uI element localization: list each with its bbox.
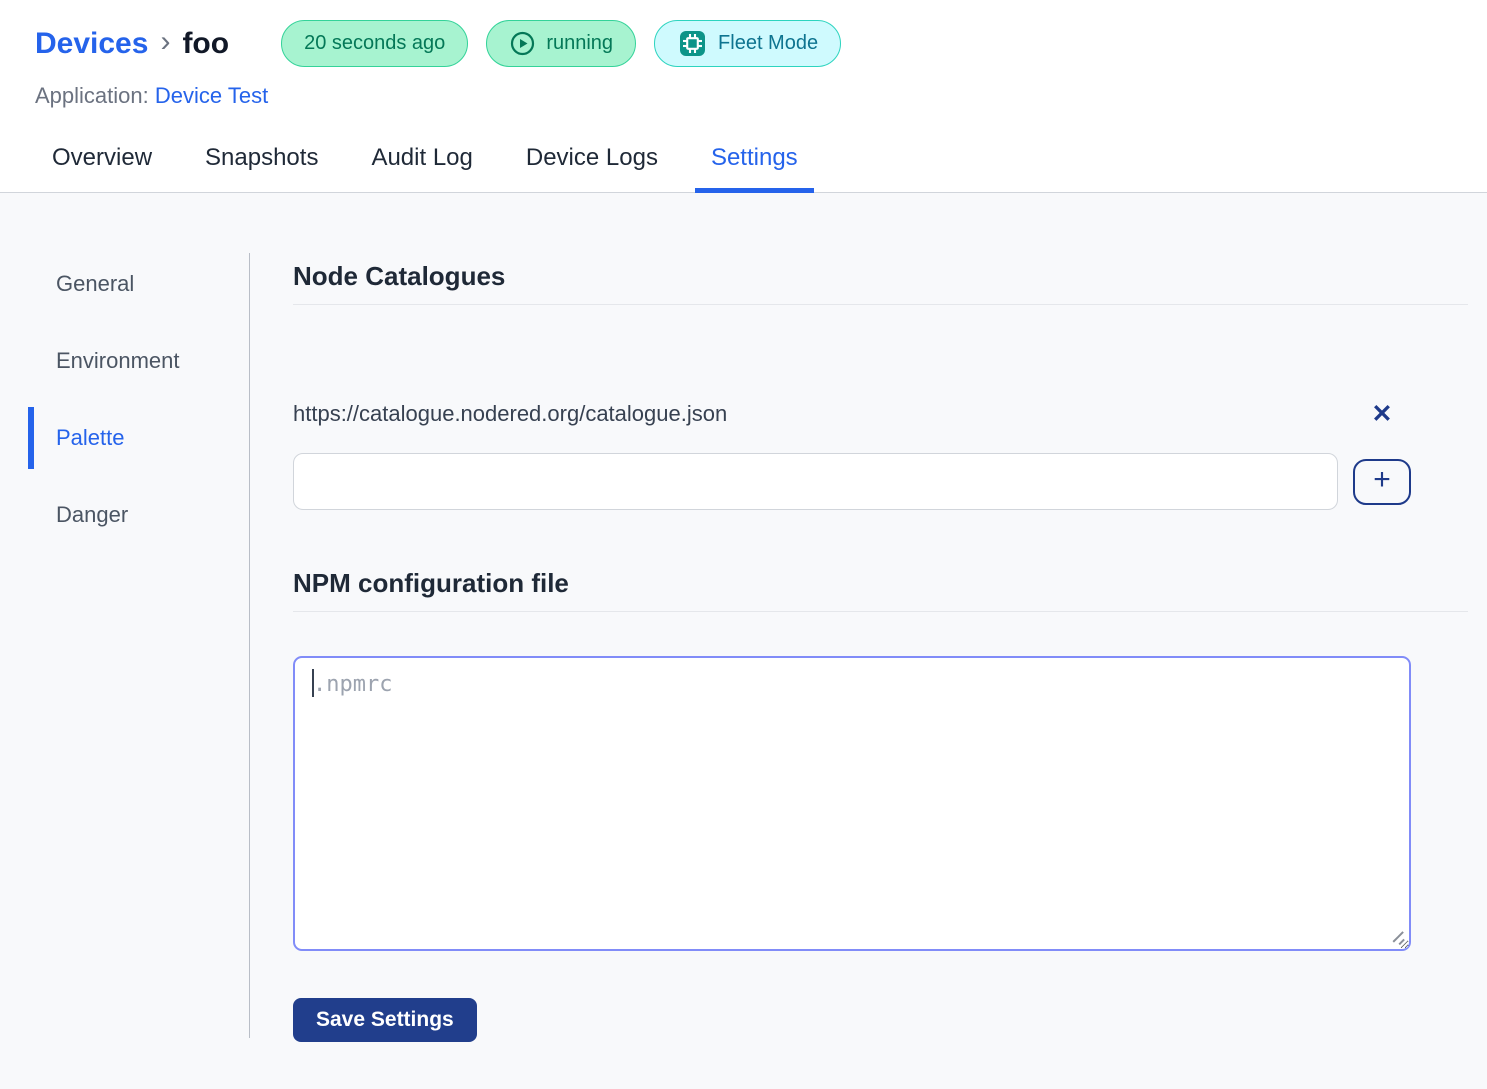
save-settings-button[interactable]: Save Settings [293, 998, 477, 1042]
new-catalogue-input[interactable] [293, 453, 1338, 510]
palette-settings-panel: Node Catalogues https://catalogue.nodere… [250, 253, 1487, 1089]
device-settings-page: Devices › foo 20 seconds ago running [0, 0, 1487, 1089]
tab-settings[interactable]: Settings [695, 123, 814, 192]
sidebar-item-danger[interactable]: Danger [28, 484, 249, 546]
breadcrumb-devices-link[interactable]: Devices [35, 27, 148, 61]
npm-config-title: NPM configuration file [293, 568, 1468, 612]
npm-config-textarea[interactable] [293, 656, 1411, 951]
tab-device-logs[interactable]: Device Logs [510, 123, 674, 192]
application-link[interactable]: Device Test [155, 83, 268, 108]
breadcrumb-device-name: foo [182, 27, 229, 61]
device-tab-bar: Overview Snapshots Audit Log Device Logs… [0, 123, 1487, 193]
sidebar-item-palette[interactable]: Palette [28, 407, 249, 469]
settings-body: General Environment Palette Danger Node … [0, 193, 1487, 1089]
add-catalogue-button[interactable]: + [1353, 459, 1411, 505]
status-badge: running [486, 20, 636, 67]
text-caret [312, 669, 314, 697]
last-seen-badge: 20 seconds ago [281, 20, 468, 67]
tab-audit-log[interactable]: Audit Log [355, 123, 488, 192]
catalogue-entry-row: https://catalogue.nodered.org/catalogue.… [293, 401, 1411, 427]
tab-snapshots[interactable]: Snapshots [189, 123, 334, 192]
fleet-mode-badge-label: Fleet Mode [718, 32, 818, 55]
npm-config-textarea-wrap [293, 656, 1411, 951]
application-row: Application: Device Test [35, 83, 1487, 123]
sidebar-item-general[interactable]: General [28, 253, 249, 315]
node-catalogues-title: Node Catalogues [293, 261, 1468, 305]
last-seen-badge-label: 20 seconds ago [304, 32, 445, 55]
chevron-right-icon: › [160, 25, 170, 59]
page-header: Devices › foo 20 seconds ago running [0, 0, 1487, 123]
sidebar-item-environment[interactable]: Environment [28, 330, 249, 392]
add-catalogue-row: + [293, 453, 1411, 510]
npm-config-section: Save Settings [293, 656, 1411, 1075]
application-label: Application: [35, 83, 149, 108]
settings-sidebar: General Environment Palette Danger [0, 253, 250, 1038]
device-badges: 20 seconds ago running [281, 20, 841, 67]
node-catalogues-section: https://catalogue.nodered.org/catalogue.… [293, 401, 1411, 510]
fleet-mode-badge: Fleet Mode [654, 20, 841, 67]
breadcrumb: Devices › foo 20 seconds ago running [35, 20, 1487, 67]
play-circle-icon [509, 30, 536, 57]
remove-catalogue-button[interactable]: ✕ [1353, 402, 1411, 427]
tab-overview[interactable]: Overview [36, 123, 168, 192]
status-badge-label: running [546, 32, 613, 55]
cpu-chip-icon [677, 28, 708, 59]
catalogue-url-text: https://catalogue.nodered.org/catalogue.… [293, 401, 1353, 427]
